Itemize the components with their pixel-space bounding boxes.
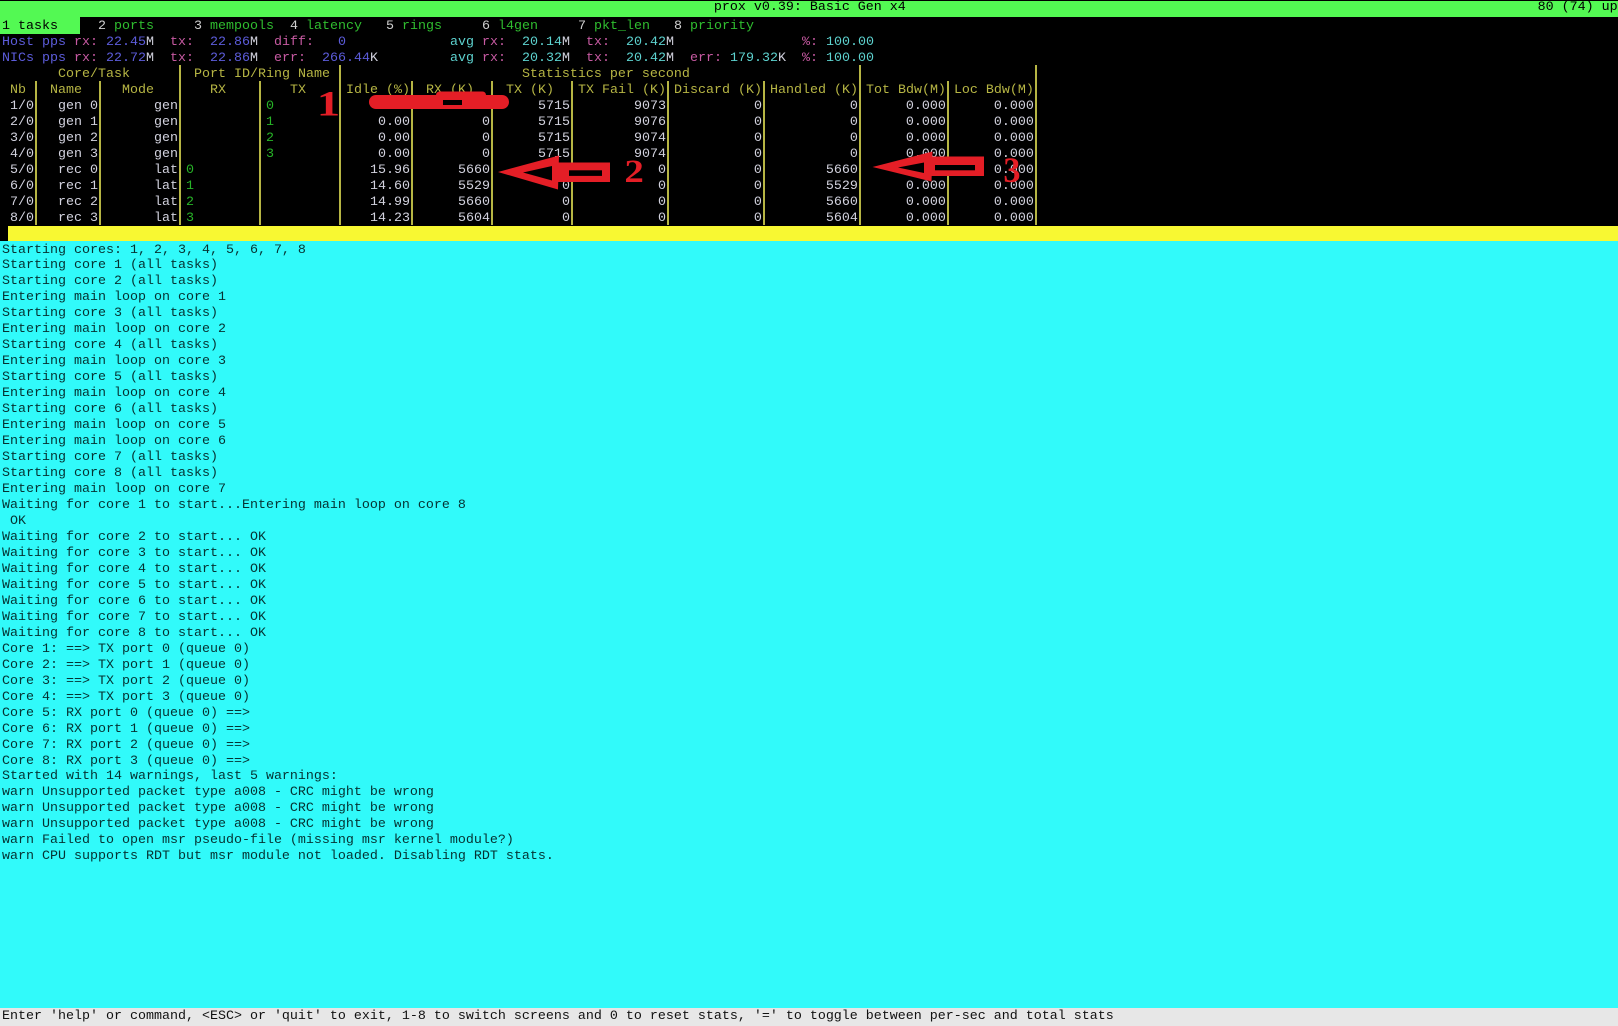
svg-text:3: 3: [1003, 150, 1020, 190]
svg-text:2: 2: [624, 153, 644, 189]
svg-text:1: 1: [317, 84, 340, 124]
